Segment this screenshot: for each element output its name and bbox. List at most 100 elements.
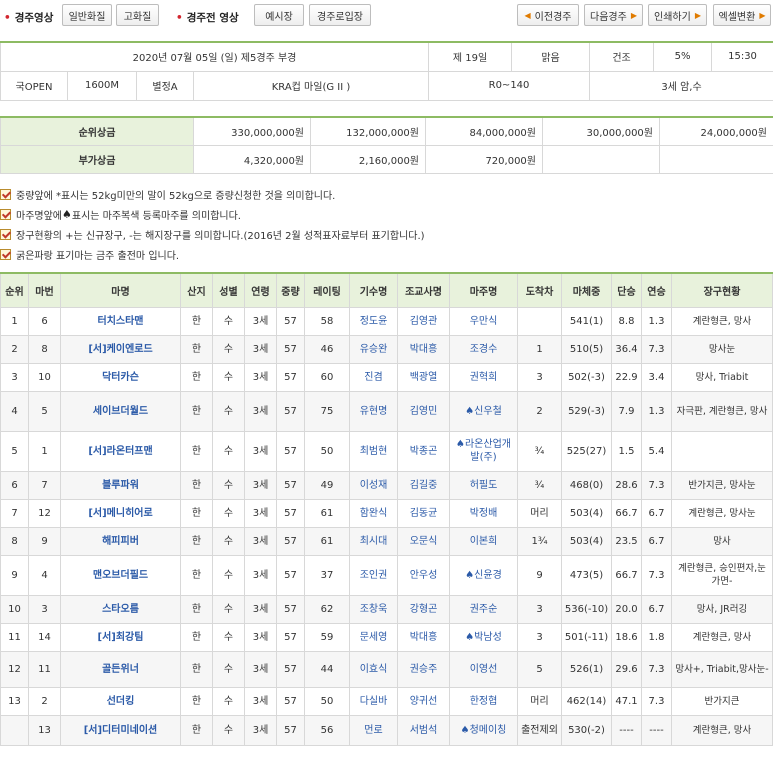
cell-jockey[interactable]: 최시대	[349, 526, 398, 556]
cell-trainer[interactable]: 양귀선	[397, 686, 450, 716]
cell-age: 3세	[244, 714, 277, 746]
cell-owner[interactable]: 이본희	[449, 526, 518, 556]
cell-owner[interactable]: ♠라온산업개발(주)	[449, 430, 518, 472]
horse-name-link[interactable]: 세이브더월드	[93, 406, 148, 417]
next-race-button[interactable]: 다음경주 ▶	[584, 4, 643, 26]
horse-name-link[interactable]: 선더킹	[107, 696, 135, 707]
cell-margin: 머리	[517, 686, 562, 716]
cell-jockey[interactable]: 함완식	[349, 498, 398, 528]
race-time: 15:30	[711, 41, 773, 72]
cell-owner[interactable]: ♠박남성	[449, 622, 518, 652]
cell-jockey[interactable]: 유승완	[349, 334, 398, 364]
col-header-origin[interactable]: 산지	[180, 272, 213, 308]
horse-name-link[interactable]: 블루파워	[102, 480, 139, 491]
cell-place-odds: 5.4	[641, 430, 672, 472]
cell-owner[interactable]: 허필도	[449, 470, 518, 500]
cell-owner[interactable]: ♠청메이칭	[449, 714, 518, 746]
cell-owner[interactable]: 조경수	[449, 334, 518, 364]
cell-rank: 8	[0, 526, 29, 556]
cell-jockey[interactable]: 진겸	[349, 362, 398, 392]
cell-trainer[interactable]: 김동균	[397, 498, 450, 528]
track-entrance-button[interactable]: 경주로입장	[309, 4, 371, 26]
prev-race-button[interactable]: ◀ 이전경주	[517, 4, 579, 26]
cell-origin: 한	[180, 650, 213, 688]
cell-origin: 한	[180, 554, 213, 596]
bonus-prize-1: 4,320,000원	[193, 144, 311, 174]
cell-win-odds: 18.6	[611, 622, 642, 652]
cell-jockey[interactable]: 유현명	[349, 390, 398, 432]
cell-trainer[interactable]: 김영관	[397, 306, 450, 336]
horse-name-link[interactable]: [서]케이엔로드	[88, 344, 152, 355]
cell-body-weight: 503(4)	[561, 526, 612, 556]
cell-trainer[interactable]: 박대흥	[397, 334, 450, 364]
col-header-jockey[interactable]: 기수명	[349, 272, 398, 308]
cell-trainer[interactable]: 박대흥	[397, 622, 450, 652]
print-button[interactable]: 인쇄하기 ▶	[648, 4, 707, 26]
col-header-horse-name[interactable]: 마명	[60, 272, 181, 308]
col-header-horse-no[interactable]: 마번	[28, 272, 61, 308]
cell-trainer[interactable]: 안우성	[397, 554, 450, 596]
col-header-rating[interactable]: 레이팅	[304, 272, 350, 308]
cell-owner[interactable]: 박정배	[449, 498, 518, 528]
cell-owner[interactable]: 한정협	[449, 686, 518, 716]
cell-jockey[interactable]: 최범현	[349, 430, 398, 472]
horse-name-link[interactable]: 닥터카슨	[102, 372, 139, 383]
cell-trainer[interactable]: 강형곤	[397, 594, 450, 624]
prerace-section-label: • 경주전 영상	[176, 12, 239, 24]
cell-jockey[interactable]: 먼로	[349, 714, 398, 746]
col-header-age[interactable]: 연령	[244, 272, 277, 308]
horse-name-link[interactable]: 스타오름	[102, 604, 139, 615]
horse-name-link[interactable]: 맨오브더필드	[93, 570, 148, 581]
cell-jockey[interactable]: 다실바	[349, 686, 398, 716]
col-header-sex[interactable]: 성별	[212, 272, 245, 308]
cell-trainer[interactable]: 김길중	[397, 470, 450, 500]
col-header-rank[interactable]: 순위	[0, 272, 29, 308]
top-toolbar: • 경주영상 일반화질 고화질 • 경주전 영상 예시장 경주로입장 ◀ 이전경주 다…	[0, 0, 773, 34]
col-header-place-odds[interactable]: 연승	[641, 272, 672, 308]
cell-owner[interactable]: 이영선	[449, 650, 518, 688]
col-header-margin[interactable]: 도착차	[517, 272, 562, 308]
high-quality-button[interactable]: 고화질	[116, 4, 159, 26]
horse-name-link[interactable]: 터치스타맨	[98, 316, 144, 327]
col-header-equipment[interactable]: 장구현황	[671, 272, 773, 308]
cell-owner[interactable]: 권주순	[449, 594, 518, 624]
horse-name-link[interactable]: 해피피버	[102, 536, 139, 547]
parade-video-button[interactable]: 예시장	[254, 4, 304, 26]
cell-sex: 수	[212, 362, 245, 392]
cell-trainer[interactable]: 오문식	[397, 526, 450, 556]
cell-owner[interactable]: ♠신우철	[449, 390, 518, 432]
col-header-weight[interactable]: 중량	[276, 272, 305, 308]
cell-trainer[interactable]: 서범석	[397, 714, 450, 746]
cell-owner[interactable]: 권혁희	[449, 362, 518, 392]
table-row: 13 2 선더킹 한 수 3세 57 50 다실바 양귀선 한정협 머리 462(14) 47.1 7.3 반…	[0, 686, 773, 716]
cell-jockey[interactable]: 문세영	[349, 622, 398, 652]
cell-trainer[interactable]: 김영민	[397, 390, 450, 432]
cell-rating: 61	[304, 498, 350, 528]
normal-quality-button[interactable]: 일반화질	[62, 4, 112, 26]
cell-trainer[interactable]: 박종곤	[397, 430, 450, 472]
cell-win-odds: 20.0	[611, 594, 642, 624]
horse-name-link[interactable]: [서]라온터프맨	[88, 446, 152, 457]
cell-jockey[interactable]: 조인권	[349, 554, 398, 596]
horse-name-link[interactable]: [서]메니히어로	[88, 508, 152, 519]
horse-name-link[interactable]: 골든위너	[102, 664, 139, 675]
cell-place-odds: ----	[641, 714, 672, 746]
cell-owner[interactable]: 우만식	[449, 306, 518, 336]
cell-place-odds: 7.3	[641, 554, 672, 596]
cell-trainer[interactable]: 백광열	[397, 362, 450, 392]
cell-trainer[interactable]: 권승주	[397, 650, 450, 688]
cell-jockey[interactable]: 이효식	[349, 650, 398, 688]
cell-jockey[interactable]: 정도윤	[349, 306, 398, 336]
horse-name-link[interactable]: [서]디터미네이션	[84, 725, 158, 736]
col-header-win-odds[interactable]: 단승	[611, 272, 642, 308]
horse-name-link[interactable]: [서]최강팀	[98, 632, 144, 643]
cell-win-odds: 23.5	[611, 526, 642, 556]
cell-jockey[interactable]: 조창욱	[349, 594, 398, 624]
cell-sex: 수	[212, 430, 245, 472]
col-header-owner[interactable]: 마주명	[449, 272, 518, 308]
col-header-trainer[interactable]: 조교사명	[397, 272, 450, 308]
cell-jockey[interactable]: 이성재	[349, 470, 398, 500]
cell-owner[interactable]: ♠신윤경	[449, 554, 518, 596]
excel-export-button[interactable]: 엑셀변환 ▶	[713, 4, 771, 26]
col-header-body-weight[interactable]: 마체중	[561, 272, 612, 308]
